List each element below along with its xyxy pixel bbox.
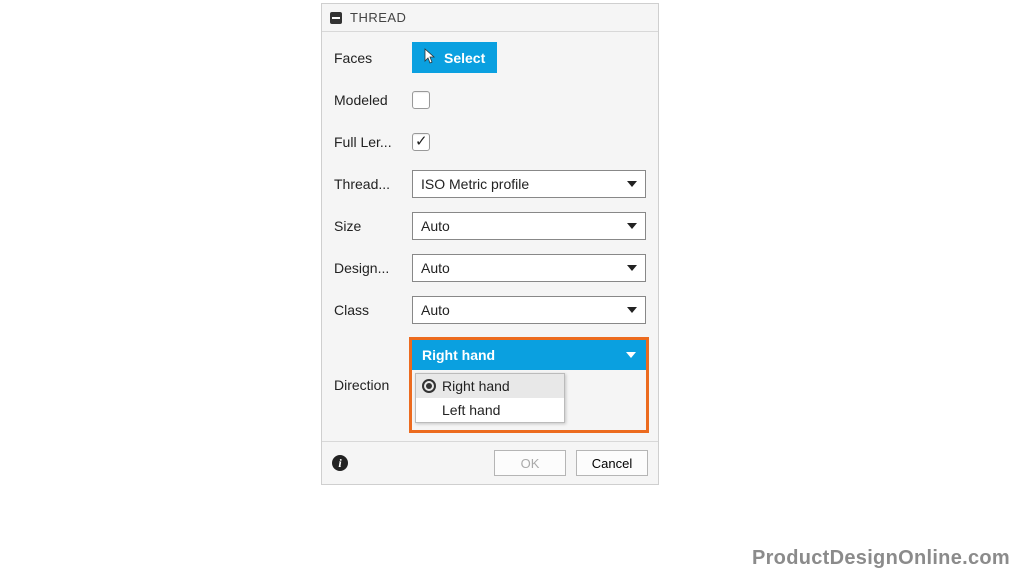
panel-header[interactable]: THREAD	[322, 4, 658, 32]
cursor-icon	[424, 48, 438, 67]
highlight-annotation: Right hand Right hand Left hand	[409, 337, 649, 433]
label-direction: Direction	[334, 377, 412, 393]
row-full-length: Full Ler...	[334, 127, 646, 157]
designation-value: Auto	[421, 260, 450, 276]
collapse-icon[interactable]	[330, 12, 342, 24]
direction-dropdown[interactable]: Right hand	[412, 340, 646, 370]
option-label: Right hand	[442, 378, 510, 394]
panel-title: THREAD	[350, 10, 406, 25]
row-class: Class Auto	[334, 295, 646, 325]
direction-dropdown-container: Right hand Right hand Left hand	[412, 337, 646, 433]
designation-dropdown[interactable]: Auto	[412, 254, 646, 282]
thread-panel: THREAD Faces Select Modeled Full Ler... …	[321, 3, 659, 485]
watermark: ProductDesignOnline.com	[752, 547, 1010, 570]
label-modeled: Modeled	[334, 92, 412, 108]
ok-button[interactable]: OK	[494, 450, 566, 476]
chevron-down-icon	[627, 265, 637, 271]
label-thread-type: Thread...	[334, 176, 412, 192]
class-dropdown[interactable]: Auto	[412, 296, 646, 324]
chevron-down-icon	[627, 223, 637, 229]
chevron-down-icon	[627, 181, 637, 187]
label-faces: Faces	[334, 50, 412, 66]
panel-body: Faces Select Modeled Full Ler... Thread.…	[322, 32, 658, 441]
panel-footer: i OK Cancel	[322, 441, 658, 484]
size-dropdown[interactable]: Auto	[412, 212, 646, 240]
option-label: Left hand	[442, 402, 500, 418]
class-value: Auto	[421, 302, 450, 318]
label-size: Size	[334, 218, 412, 234]
size-value: Auto	[421, 218, 450, 234]
thread-type-value: ISO Metric profile	[421, 176, 529, 192]
row-designation: Design... Auto	[334, 253, 646, 283]
row-size: Size Auto	[334, 211, 646, 241]
radio-selected-icon	[422, 379, 436, 393]
row-faces: Faces Select	[334, 42, 646, 73]
option-left-hand[interactable]: Left hand	[416, 398, 564, 422]
chevron-down-icon	[627, 307, 637, 313]
cancel-button[interactable]: Cancel	[576, 450, 648, 476]
select-faces-button[interactable]: Select	[412, 42, 497, 73]
label-class: Class	[334, 302, 412, 318]
row-direction: Direction Right hand Right hand	[334, 337, 646, 433]
thread-type-dropdown[interactable]: ISO Metric profile	[412, 170, 646, 198]
label-designation: Design...	[334, 260, 412, 276]
modeled-checkbox[interactable]	[412, 91, 430, 109]
row-thread-type: Thread... ISO Metric profile	[334, 169, 646, 199]
select-button-label: Select	[444, 50, 485, 66]
direction-value: Right hand	[422, 347, 495, 363]
chevron-down-icon	[626, 352, 636, 358]
full-length-checkbox[interactable]	[412, 133, 430, 151]
label-full-length: Full Ler...	[334, 134, 412, 150]
direction-options-popup: Right hand Left hand	[415, 373, 565, 423]
info-icon[interactable]: i	[332, 455, 348, 471]
option-right-hand[interactable]: Right hand	[416, 374, 564, 398]
row-modeled: Modeled	[334, 85, 646, 115]
